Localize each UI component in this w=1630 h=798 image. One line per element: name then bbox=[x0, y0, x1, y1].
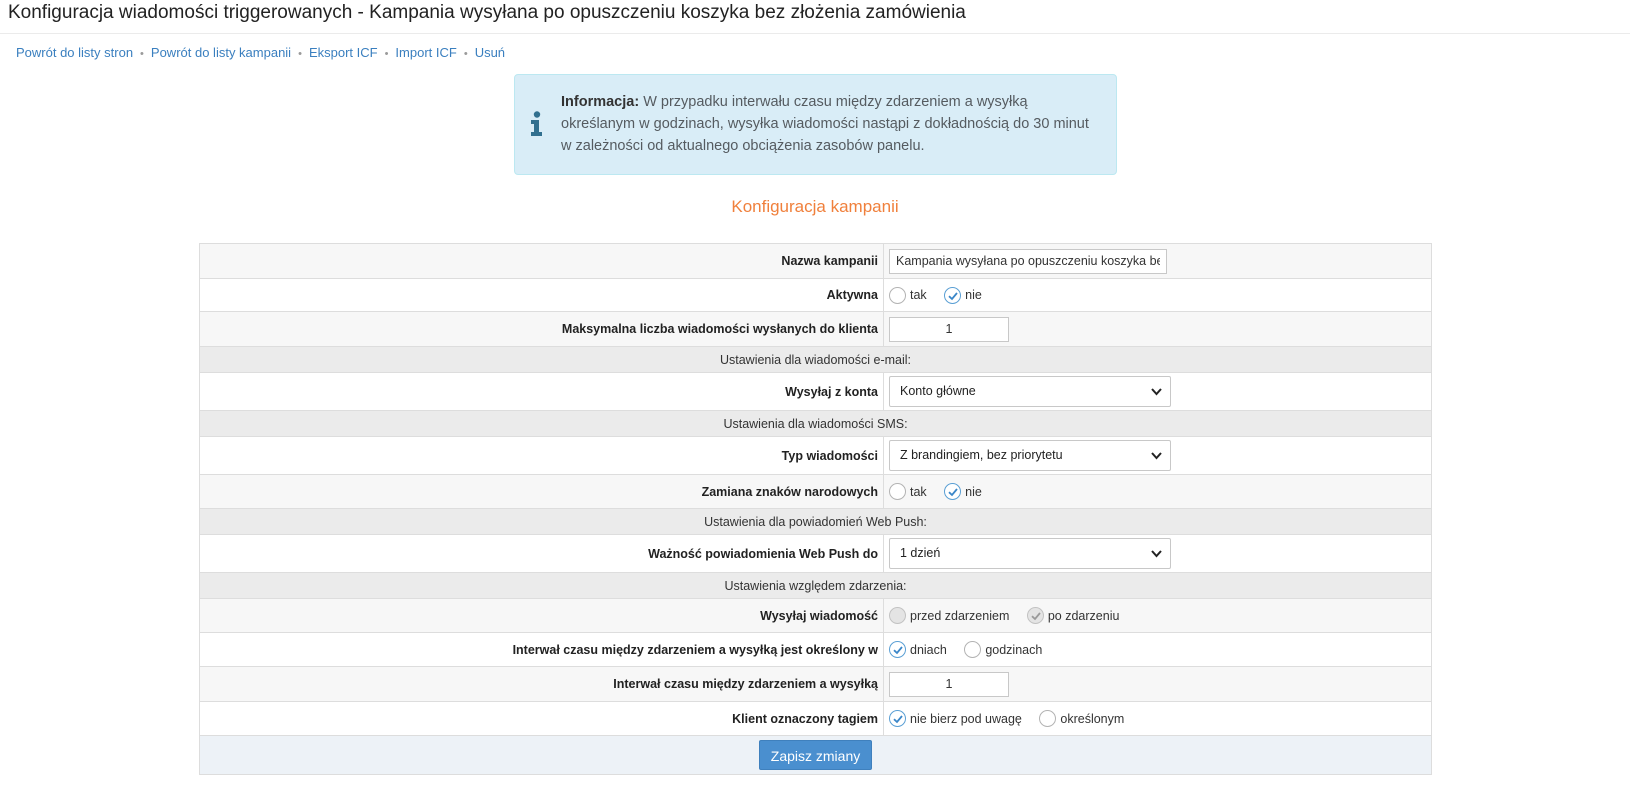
specific-tag-option[interactable]: określonym bbox=[1039, 710, 1124, 727]
national-chars-no-option[interactable]: nie bbox=[944, 483, 982, 500]
message-type-label: Typ wiadomości bbox=[199, 436, 884, 475]
national-chars-yes-option[interactable]: tak bbox=[889, 483, 927, 500]
event-section-title: Ustawienia względem zdarzenia: bbox=[199, 572, 1432, 599]
active-yes-option[interactable]: tak bbox=[889, 286, 927, 304]
webpush-section-header: Ustawienia dla powiadomień Web Push: bbox=[199, 508, 1432, 535]
webpush-validity-select[interactable]: 1 dzień bbox=[889, 538, 1171, 569]
nav-separator: • bbox=[384, 48, 389, 60]
after-event-label: po zdarzeniu bbox=[1047, 608, 1120, 623]
section-heading: Konfiguracja kampanii bbox=[731, 197, 899, 216]
info-label: Informacja: bbox=[561, 94, 640, 110]
ignore-tag-radio[interactable] bbox=[889, 710, 906, 727]
row-webpush-validity: Ważność powiadomienia Web Push do 1 dzie… bbox=[199, 534, 1432, 573]
active-no-label: nie bbox=[965, 288, 982, 302]
national-chars-yes-label: tak bbox=[910, 484, 927, 499]
row-campaign-name: Nazwa kampanii bbox=[199, 243, 1432, 279]
sms-section-header: Ustawienia dla wiadomości SMS: bbox=[199, 410, 1432, 437]
ignore-tag-label: nie bierz pod uwagę bbox=[910, 711, 1022, 726]
interval-value-label: Interwał czasu między zdarzeniem a wysył… bbox=[199, 666, 884, 702]
campaign-name-label: Nazwa kampanii bbox=[199, 243, 884, 279]
send-from-value: Konto główne bbox=[900, 384, 976, 398]
active-yes-label: tak bbox=[910, 288, 927, 302]
interval-unit-label: Interwał czasu między zdarzeniem a wysył… bbox=[199, 632, 884, 667]
row-national-chars: Zamiana znaków narodowych tak nie bbox=[199, 474, 1432, 509]
send-from-label: Wysyłaj z konta bbox=[199, 372, 884, 411]
check-icon bbox=[948, 291, 958, 300]
webpush-validity-label: Ważność powiadomienia Web Push do bbox=[199, 534, 884, 573]
max-messages-input[interactable] bbox=[889, 316, 1009, 342]
row-message-type: Typ wiadomości Z brandingiem, bez priory… bbox=[199, 436, 1432, 475]
interval-days-option[interactable]: dniach bbox=[889, 641, 947, 658]
national-chars-no-radio[interactable] bbox=[944, 483, 962, 500]
interval-hours-radio[interactable] bbox=[964, 641, 982, 658]
interval-days-label: dniach bbox=[910, 642, 947, 657]
send-from-select[interactable]: Konto główne bbox=[889, 376, 1171, 407]
check-icon bbox=[1031, 612, 1041, 621]
after-event-radio[interactable] bbox=[1026, 607, 1044, 624]
chevron-down-icon bbox=[1151, 550, 1162, 558]
email-section-title: Ustawienia dla wiadomości e-mail: bbox=[199, 346, 1432, 373]
form-footer: Zapisz zmiany bbox=[199, 735, 1432, 775]
specific-tag-radio[interactable] bbox=[1039, 710, 1057, 727]
before-event-option[interactable]: przed zdarzeniem bbox=[889, 607, 1009, 624]
page-title: Konfiguracja wiadomości triggerowanych -… bbox=[8, 2, 966, 23]
export-icf-link[interactable]: Eksport ICF bbox=[309, 45, 378, 60]
campaign-name-input[interactable] bbox=[889, 248, 1167, 274]
nav-separator: • bbox=[140, 48, 144, 60]
interval-value-input[interactable] bbox=[889, 671, 1009, 697]
webpush-section-title: Ustawienia dla powiadomień Web Push: bbox=[199, 508, 1432, 535]
row-tagged-client: Klient oznaczony tagiem nie bierz pod uw… bbox=[199, 701, 1432, 736]
back-to-pages-link[interactable]: Powrót do listy stron bbox=[16, 45, 133, 60]
back-to-campaigns-link[interactable]: Powrót do listy kampanii bbox=[151, 45, 291, 60]
tagged-client-label: Klient oznaczony tagiem bbox=[199, 701, 884, 736]
info-message: Informacja: W przypadku interwału czasu … bbox=[561, 91, 1101, 157]
event-section-header: Ustawienia względem zdarzenia: bbox=[199, 572, 1432, 599]
chevron-down-icon bbox=[1151, 452, 1162, 460]
specific-tag-label: określonym bbox=[1060, 711, 1125, 726]
campaign-config-table: Nazwa kampanii Aktywna tak nie Maksymaln… bbox=[199, 243, 1432, 775]
info-alert: Informacja: W przypadku interwału czasu … bbox=[514, 74, 1117, 175]
breadcrumb-nav: Powrót do listy stron • Powrót do listy ka… bbox=[16, 45, 505, 60]
info-body: W przypadku interwału czasu między zdarz… bbox=[561, 94, 1089, 154]
delete-link[interactable]: Usuń bbox=[475, 45, 505, 60]
national-chars-label: Zamiana znaków narodowych bbox=[199, 474, 884, 509]
before-event-radio[interactable] bbox=[889, 607, 906, 624]
active-yes-radio[interactable] bbox=[889, 286, 906, 304]
check-icon bbox=[893, 715, 903, 724]
row-send-message: Wysyłaj wiadomość przed zdarzeniem po zd… bbox=[199, 598, 1432, 633]
active-label: Aktywna bbox=[199, 278, 884, 312]
message-type-select[interactable]: Z brandingiem, bez priorytetu bbox=[889, 440, 1171, 471]
active-no-option[interactable]: nie bbox=[944, 286, 982, 304]
nav-separator: • bbox=[298, 48, 302, 60]
interval-hours-label: godzinach bbox=[985, 642, 1043, 657]
message-type-value: Z brandingiem, bez priorytetu bbox=[900, 448, 1063, 462]
max-messages-label: Maksymalna liczba wiadomości wysłanych d… bbox=[199, 311, 884, 347]
active-no-radio[interactable] bbox=[944, 286, 962, 304]
interval-hours-option[interactable]: godzinach bbox=[964, 641, 1042, 658]
row-max-messages: Maksymalna liczba wiadomości wysłanych d… bbox=[199, 311, 1432, 347]
national-chars-yes-radio[interactable] bbox=[889, 483, 906, 500]
after-event-option[interactable]: po zdarzeniu bbox=[1026, 607, 1120, 624]
row-send-from: Wysyłaj z konta Konto główne bbox=[199, 372, 1432, 411]
nav-separator: • bbox=[463, 48, 468, 60]
webpush-validity-value: 1 dzień bbox=[900, 546, 941, 560]
email-section-header: Ustawienia dla wiadomości e-mail: bbox=[199, 346, 1432, 373]
check-icon bbox=[893, 646, 903, 655]
check-icon bbox=[948, 488, 958, 497]
row-interval-unit: Interwał czasu między zdarzeniem a wysył… bbox=[199, 632, 1432, 667]
save-changes-button[interactable]: Zapisz zmiany bbox=[758, 740, 873, 770]
row-active: Aktywna tak nie bbox=[199, 278, 1432, 312]
ignore-tag-option[interactable]: nie bierz pod uwagę bbox=[889, 710, 1022, 727]
title-divider bbox=[0, 33, 1630, 34]
sms-section-title: Ustawienia dla wiadomości SMS: bbox=[199, 410, 1432, 437]
chevron-down-icon bbox=[1151, 388, 1162, 396]
national-chars-no-label: nie bbox=[965, 484, 982, 499]
interval-days-radio[interactable] bbox=[889, 641, 906, 658]
info-icon bbox=[531, 111, 542, 136]
before-event-label: przed zdarzeniem bbox=[910, 608, 1010, 623]
row-interval-value: Interwał czasu między zdarzeniem a wysył… bbox=[199, 666, 1432, 702]
send-message-label: Wysyłaj wiadomość bbox=[199, 598, 884, 633]
import-icf-link[interactable]: Import ICF bbox=[395, 45, 456, 60]
